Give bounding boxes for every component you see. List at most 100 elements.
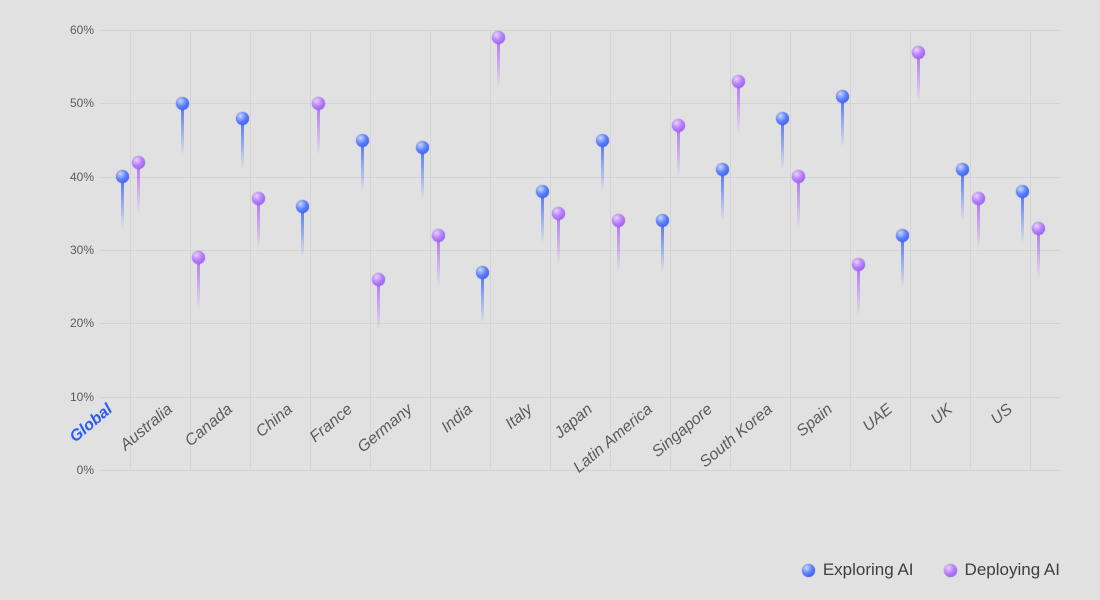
data-stem xyxy=(977,199,980,250)
y-tick-label: 30% xyxy=(70,243,100,257)
data-point xyxy=(836,90,849,103)
data-stem xyxy=(721,169,724,220)
data-stem xyxy=(497,37,500,88)
gridline-v xyxy=(610,30,611,470)
data-point xyxy=(956,163,969,176)
gridline-v xyxy=(910,30,911,470)
gridline-v xyxy=(310,30,311,470)
legend-label: Exploring AI xyxy=(823,560,914,580)
y-tick-label: 10% xyxy=(70,390,100,404)
data-stem xyxy=(661,221,664,272)
data-point xyxy=(252,192,265,205)
data-point xyxy=(312,97,325,110)
data-stem xyxy=(437,235,440,286)
data-stem xyxy=(121,177,124,228)
gridline-v xyxy=(250,30,251,470)
gridline-v xyxy=(730,30,731,470)
data-point xyxy=(492,31,505,44)
data-point xyxy=(236,112,249,125)
data-point xyxy=(176,97,189,110)
data-stem xyxy=(1037,228,1040,279)
data-stem xyxy=(421,147,424,198)
data-stem xyxy=(317,103,320,154)
gridline-v xyxy=(130,30,131,470)
data-point xyxy=(776,112,789,125)
legend-item: Deploying AI xyxy=(944,560,1060,580)
data-stem xyxy=(481,272,484,323)
data-point xyxy=(656,214,669,227)
data-stem xyxy=(361,140,364,191)
data-stem xyxy=(377,279,380,330)
data-point xyxy=(356,134,369,147)
data-point xyxy=(596,134,609,147)
data-point xyxy=(792,170,805,183)
data-stem xyxy=(257,199,260,250)
data-point xyxy=(476,266,489,279)
data-stem xyxy=(841,96,844,147)
data-point xyxy=(896,229,909,242)
gridline-h xyxy=(100,250,1060,251)
data-point xyxy=(1032,222,1045,235)
gridline-v xyxy=(790,30,791,470)
data-stem xyxy=(137,162,140,213)
data-point xyxy=(672,119,685,132)
data-stem xyxy=(197,257,200,308)
data-point xyxy=(296,200,309,213)
data-point xyxy=(536,185,549,198)
plot-area: 0%10%20%30%40%50%60%GlobalAustraliaCanad… xyxy=(100,30,1060,470)
gridline-v xyxy=(490,30,491,470)
x-tick-label: Global xyxy=(13,401,116,492)
gridline-v xyxy=(670,30,671,470)
y-tick-label: 60% xyxy=(70,23,100,37)
data-stem xyxy=(961,169,964,220)
data-point xyxy=(912,46,925,59)
data-stem xyxy=(737,81,740,132)
gridline-v xyxy=(430,30,431,470)
data-point xyxy=(372,273,385,286)
data-stem xyxy=(541,191,544,242)
gridline-v xyxy=(550,30,551,470)
data-stem xyxy=(241,118,244,169)
data-point xyxy=(192,251,205,264)
gridline-v xyxy=(850,30,851,470)
gridline-h xyxy=(100,397,1060,398)
data-stem xyxy=(797,177,800,228)
legend-label: Deploying AI xyxy=(965,560,1060,580)
data-stem xyxy=(857,265,860,316)
legend: Exploring AI Deploying AI xyxy=(0,560,1060,580)
chart-container: 0%10%20%30%40%50%60%GlobalAustraliaCanad… xyxy=(0,0,1100,600)
data-stem xyxy=(601,140,604,191)
data-point xyxy=(732,75,745,88)
data-point xyxy=(432,229,445,242)
data-stem xyxy=(301,206,304,257)
data-stem xyxy=(781,118,784,169)
y-tick-label: 50% xyxy=(70,96,100,110)
data-point xyxy=(416,141,429,154)
legend-swatch xyxy=(802,564,815,577)
gridline-v xyxy=(190,30,191,470)
y-tick-label: 40% xyxy=(70,170,100,184)
data-point xyxy=(612,214,625,227)
gridline-h xyxy=(100,177,1060,178)
data-point xyxy=(552,207,565,220)
data-point xyxy=(716,163,729,176)
data-point xyxy=(852,258,865,271)
data-stem xyxy=(617,221,620,272)
legend-swatch xyxy=(944,564,957,577)
gridline-v xyxy=(1030,30,1031,470)
gridline-v xyxy=(370,30,371,470)
data-point xyxy=(972,192,985,205)
data-point xyxy=(116,170,129,183)
y-tick-label: 20% xyxy=(70,316,100,330)
gridline-h xyxy=(100,323,1060,324)
data-stem xyxy=(557,213,560,264)
legend-item: Exploring AI xyxy=(802,560,914,580)
data-stem xyxy=(1021,191,1024,242)
data-point xyxy=(1016,185,1029,198)
data-stem xyxy=(181,103,184,154)
gridline-h xyxy=(100,30,1060,31)
data-stem xyxy=(677,125,680,176)
gridline-v xyxy=(970,30,971,470)
data-point xyxy=(132,156,145,169)
data-stem xyxy=(901,235,904,286)
